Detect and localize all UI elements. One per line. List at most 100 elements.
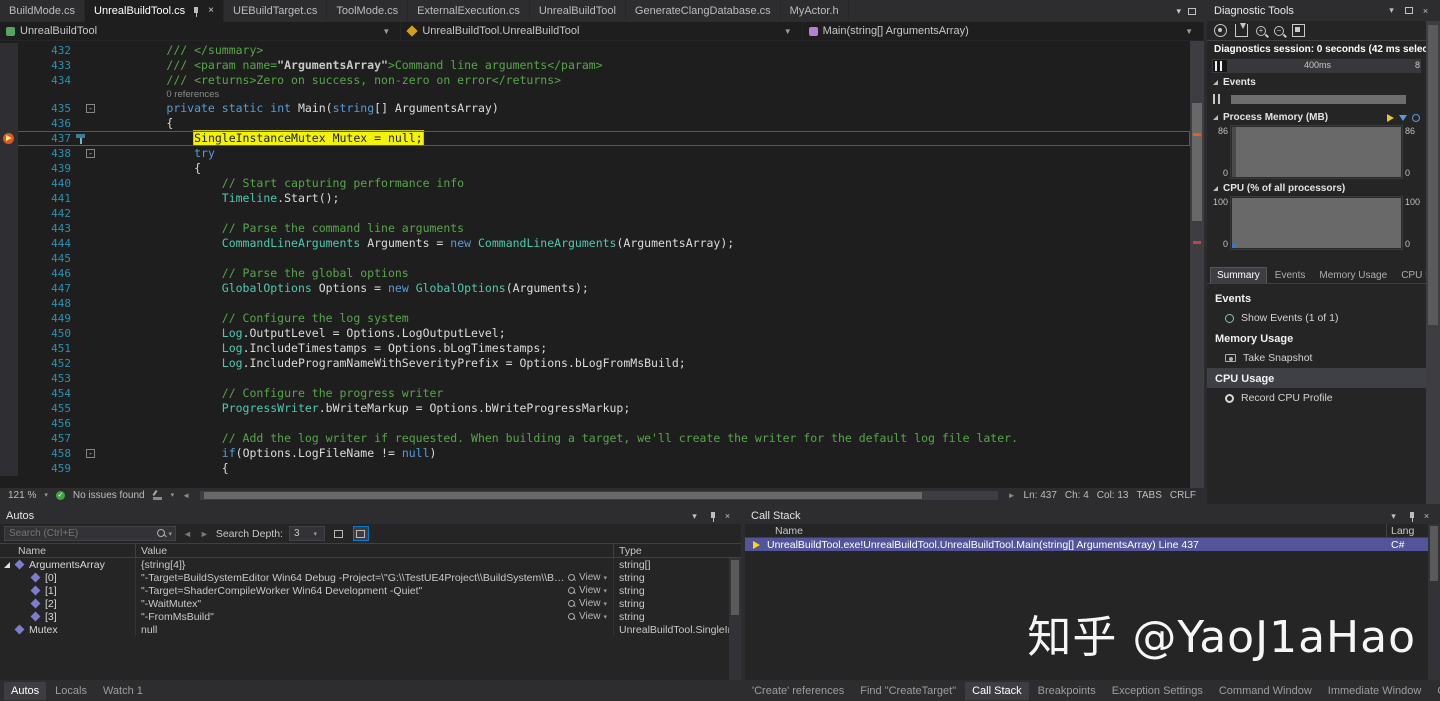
pin-icon[interactable] bbox=[192, 6, 201, 17]
panel-tab-exception-settings[interactable]: Exception Settings bbox=[1105, 682, 1210, 700]
scroll-right-arrow-icon[interactable]: ► bbox=[1008, 491, 1016, 500]
zoom-out-icon[interactable]: − bbox=[1274, 26, 1284, 36]
search-depth-dropdown[interactable]: 3 ▾ bbox=[289, 526, 325, 541]
diag-tab-memory-usage[interactable]: Memory Usage bbox=[1313, 268, 1393, 283]
codelens-row[interactable]: 0 references bbox=[0, 88, 1190, 101]
fold-gutter[interactable] bbox=[74, 73, 98, 88]
chevron-down-icon[interactable]: ▾ bbox=[603, 587, 610, 595]
fold-gutter[interactable]: - bbox=[74, 101, 98, 116]
breakpoint-margin[interactable] bbox=[0, 461, 18, 476]
events-section-header[interactable]: Events bbox=[1207, 76, 1426, 89]
fold-gutter[interactable] bbox=[74, 281, 98, 296]
chevron-down-icon[interactable]: ▾ bbox=[603, 600, 610, 608]
fold-gutter[interactable] bbox=[74, 326, 98, 341]
panel-tab-call-stack[interactable]: Call Stack bbox=[965, 682, 1029, 700]
column-header-name[interactable]: Name bbox=[745, 525, 1386, 537]
column-header-value[interactable]: Value bbox=[136, 544, 614, 557]
breakpoint-margin[interactable] bbox=[0, 371, 18, 386]
view-button[interactable]: View bbox=[579, 598, 601, 609]
panel-tab-locals[interactable]: Locals bbox=[48, 682, 94, 700]
magnifier-icon[interactable] bbox=[568, 613, 576, 621]
code-line[interactable]: 441 Timeline.Start(); bbox=[0, 191, 1190, 206]
variable-value-cell[interactable]: {string[4]} bbox=[136, 558, 614, 571]
fold-gutter[interactable] bbox=[74, 386, 98, 401]
pin-icon[interactable] bbox=[1408, 511, 1417, 522]
breadcrumb-type-dropdown[interactable]: UnrealBuildTool.UnrealBuildTool ▼ bbox=[401, 22, 802, 40]
code-line[interactable]: 436 { bbox=[0, 116, 1190, 131]
panel-tab-output[interactable]: Output bbox=[1430, 682, 1440, 700]
fold-gutter[interactable]: - bbox=[74, 146, 98, 161]
chevron-down-icon[interactable]: ▾ bbox=[168, 530, 175, 538]
breadcrumb-project-dropdown[interactable]: UnrealBuildTool ▼ bbox=[0, 22, 401, 40]
window-position-icon[interactable] bbox=[1401, 7, 1416, 14]
summary-action-show-events-1-of-1[interactable]: Show Events (1 of 1) bbox=[1207, 308, 1426, 328]
fold-gutter[interactable]: - bbox=[74, 446, 98, 461]
chevron-down-icon[interactable]: ▾ bbox=[687, 511, 702, 522]
eol-indicator[interactable]: CRLF bbox=[1170, 490, 1196, 501]
code-line[interactable]: 447 GlobalOptions Options = new GlobalOp… bbox=[0, 281, 1190, 296]
breakpoint-margin[interactable] bbox=[0, 251, 18, 266]
variable-row[interactable]: ArgumentsArray{string[4]}string[] bbox=[0, 558, 729, 571]
panel-tab-breakpoints[interactable]: Breakpoints bbox=[1031, 682, 1103, 700]
reset-view-icon[interactable] bbox=[1292, 24, 1305, 37]
variable-row[interactable]: [2]"-WaitMutex"View▾string bbox=[0, 597, 729, 610]
cpu-section-header[interactable]: CPU (% of all processors) bbox=[1207, 182, 1426, 195]
breakpoint-margin[interactable] bbox=[0, 116, 18, 131]
fold-gutter[interactable] bbox=[74, 266, 98, 281]
breakpoint-margin[interactable] bbox=[0, 311, 18, 326]
diagnostic-tools-titlebar[interactable]: Diagnostic Tools ▾ × bbox=[1207, 0, 1440, 21]
code-line[interactable]: 455 ProgressWriter.bWriteMarkup = Option… bbox=[0, 401, 1190, 416]
issues-status[interactable]: No issues found bbox=[73, 490, 145, 501]
tab-overflow-chevron-icon[interactable]: ▾ bbox=[1176, 6, 1181, 17]
fold-gutter[interactable] bbox=[74, 251, 98, 266]
search-icon[interactable] bbox=[157, 529, 166, 538]
diag-tab-events[interactable]: Events bbox=[1269, 268, 1312, 283]
magnifier-icon[interactable] bbox=[568, 600, 576, 608]
code-line[interactable]: 439 { bbox=[0, 161, 1190, 176]
variable-name-cell[interactable]: Mutex bbox=[0, 623, 136, 636]
timeline-ruler[interactable]: 400ms 8 bbox=[1212, 59, 1421, 73]
variable-value-cell[interactable]: null bbox=[136, 623, 614, 636]
code-line[interactable]: 452 Log.IncludeProgramNameWithSeverityPr… bbox=[0, 356, 1190, 371]
variable-name-cell[interactable]: [3] bbox=[0, 610, 136, 623]
memory-section-header[interactable]: Process Memory (MB) bbox=[1207, 111, 1426, 124]
pin-icon[interactable] bbox=[709, 511, 718, 522]
fold-collapse-icon[interactable]: - bbox=[86, 149, 95, 158]
breakpoint-margin[interactable] bbox=[0, 386, 18, 401]
manage-columns-icon[interactable] bbox=[353, 526, 369, 541]
collapse-arrow-icon[interactable] bbox=[1213, 115, 1218, 120]
code-line[interactable]: 440 // Start capturing performance info bbox=[0, 176, 1190, 191]
expander-icon[interactable] bbox=[4, 562, 10, 568]
code-line[interactable]: 437 SingleInstanceMutex Mutex = null; bbox=[0, 131, 1190, 146]
cpu-chart[interactable]: 100 0 100 0 bbox=[1207, 195, 1426, 251]
fold-gutter[interactable] bbox=[74, 341, 98, 356]
view-button[interactable]: View bbox=[579, 611, 601, 622]
fold-gutter[interactable] bbox=[74, 116, 98, 131]
panel-tab-autos[interactable]: Autos bbox=[4, 682, 46, 700]
variable-value-cell[interactable]: "-Target=BuildSystemEditor Win64 Debug -… bbox=[136, 571, 614, 584]
tabs-indicator[interactable]: TABS bbox=[1136, 490, 1161, 501]
close-icon[interactable]: × bbox=[720, 511, 735, 521]
variable-row[interactable]: [3]"-FromMsBuild"View▾string bbox=[0, 610, 729, 623]
value-view-controls[interactable]: View▾ bbox=[568, 611, 610, 622]
breakpoint-margin[interactable] bbox=[0, 401, 18, 416]
breakpoint-margin[interactable] bbox=[0, 266, 18, 281]
breakpoint-margin[interactable] bbox=[0, 191, 18, 206]
code-line[interactable]: 454 // Configure the progress writer bbox=[0, 386, 1190, 401]
tab-unrealbuildtool-cs[interactable]: UnrealBuildTool.cs× bbox=[85, 0, 224, 22]
code-line[interactable]: 435- private static int Main(string[] Ar… bbox=[0, 101, 1190, 116]
code-line[interactable]: 448 bbox=[0, 296, 1190, 311]
breakpoint-margin[interactable] bbox=[0, 206, 18, 221]
code-line[interactable]: 451 Log.IncludeTimestamps = Options.bLog… bbox=[0, 341, 1190, 356]
breakpoint-margin[interactable] bbox=[0, 236, 18, 251]
code-line[interactable]: 445 bbox=[0, 251, 1190, 266]
breakpoint-margin[interactable] bbox=[0, 221, 18, 236]
scrollbar-thumb[interactable] bbox=[1192, 103, 1202, 221]
fold-gutter[interactable] bbox=[74, 416, 98, 431]
summary-action-record-cpu-profile[interactable]: Record CPU Profile bbox=[1207, 388, 1426, 408]
current-statement-breakpoint-icon[interactable] bbox=[3, 133, 14, 144]
chevron-down-icon[interactable]: ▾ bbox=[1384, 5, 1399, 16]
collapse-arrow-icon[interactable] bbox=[1213, 80, 1218, 85]
breakpoint-margin[interactable] bbox=[0, 356, 18, 371]
chevron-down-icon[interactable]: ▾ bbox=[1386, 511, 1401, 522]
